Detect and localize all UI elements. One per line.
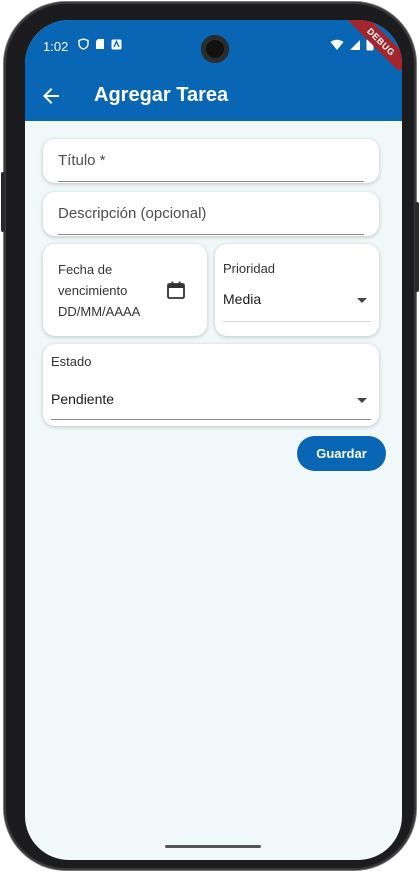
status-dropdown-arrow-icon bbox=[357, 398, 367, 403]
status-dropdown-card[interactable]: Estado Pendiente bbox=[43, 344, 379, 426]
save-button[interactable]: Guardar bbox=[297, 436, 386, 471]
wifi-icon bbox=[330, 39, 344, 50]
title-field-underline bbox=[58, 181, 364, 182]
status-time: 1:02 bbox=[43, 39, 69, 54]
calendar-icon[interactable] bbox=[166, 280, 186, 300]
description-field-card[interactable]: Descripción (opcional) bbox=[43, 192, 379, 236]
phone-frame: 1:02 DEBUG Agregar Tarea Título * Descri… bbox=[1, 2, 419, 870]
app-notification-icon bbox=[111, 39, 122, 49]
due-date-label-line2: vencimiento bbox=[58, 283, 128, 298]
sd-card-icon bbox=[96, 39, 104, 49]
priority-dropdown-card[interactable]: Prioridad Media bbox=[215, 244, 379, 336]
home-indicator[interactable] bbox=[165, 845, 261, 848]
due-date-label-line1: Fecha de bbox=[58, 262, 113, 277]
due-date-placeholder: DD/MM/AAAA bbox=[58, 304, 141, 319]
app-screen: 1:02 DEBUG Agregar Tarea Título * Descri… bbox=[25, 20, 402, 860]
title-field-label: Título * bbox=[58, 152, 106, 169]
due-date-card[interactable]: Fecha de vencimiento DD/MM/AAAA bbox=[43, 244, 207, 336]
side-button bbox=[1, 172, 5, 232]
description-field-label: Descripción (opcional) bbox=[58, 205, 207, 222]
page-title: Agregar Tarea bbox=[94, 84, 229, 106]
side-button bbox=[415, 202, 419, 292]
priority-underline bbox=[223, 321, 371, 322]
priority-dropdown-arrow-icon bbox=[357, 298, 367, 303]
due-date-label: Fecha de vencimiento DD/MM/AAAA bbox=[58, 259, 140, 322]
title-field-card[interactable]: Título * bbox=[43, 139, 379, 183]
status-underline bbox=[51, 419, 371, 420]
priority-selected-value: Media bbox=[223, 291, 262, 307]
front-camera bbox=[201, 35, 229, 63]
description-field-underline bbox=[58, 234, 364, 235]
priority-label: Prioridad bbox=[223, 261, 276, 276]
app-bar: Agregar Tarea bbox=[25, 70, 402, 121]
status-selected-value: Pendiente bbox=[51, 391, 115, 407]
status-bar: 1:02 DEBUG bbox=[25, 20, 402, 80]
status-label: Estado bbox=[51, 354, 92, 369]
signal-icon bbox=[350, 39, 360, 50]
back-arrow-icon[interactable] bbox=[39, 84, 63, 108]
status-notification-icons bbox=[78, 38, 122, 50]
shield-icon bbox=[78, 38, 89, 50]
